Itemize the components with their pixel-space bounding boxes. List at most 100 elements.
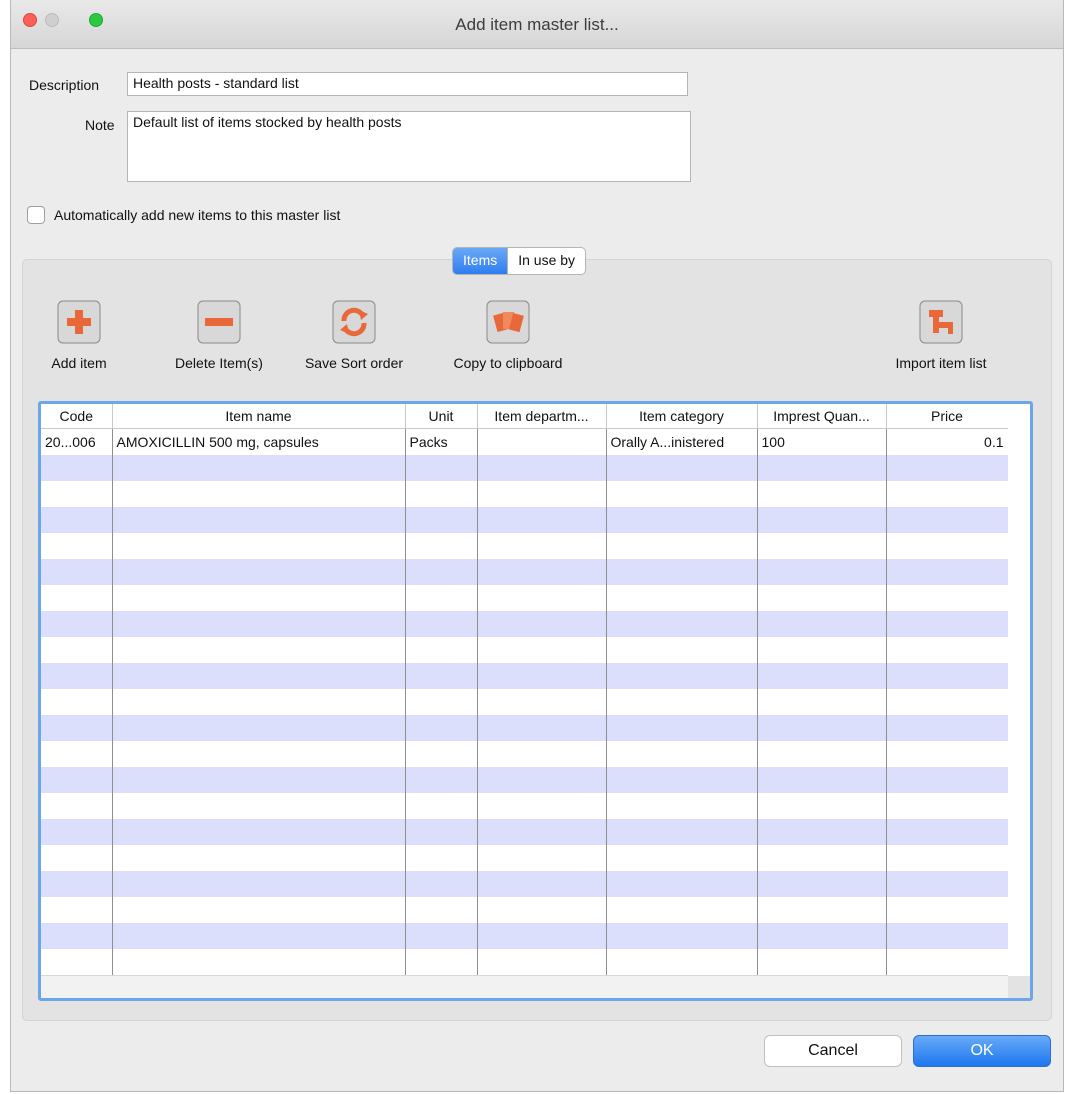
table-cell-empty	[477, 871, 607, 897]
copy-to-clipboard-button[interactable]: Copy to clipboard	[439, 300, 577, 371]
table-cell-empty	[606, 715, 758, 741]
note-field[interactable]: Default list of items stocked by health …	[127, 111, 691, 182]
cell-code: 20...006	[41, 428, 113, 455]
column-header-price[interactable]: Price	[886, 404, 1009, 429]
table-cell-empty	[112, 949, 406, 975]
table-cell-empty	[757, 871, 887, 897]
cell-price: 0.1	[886, 428, 1009, 455]
table-cell-empty	[405, 767, 478, 793]
table-row-empty[interactable]	[41, 507, 1009, 533]
vertical-scrollbar[interactable]	[1008, 404, 1030, 998]
table-cell-empty	[405, 481, 478, 507]
table-cell-empty	[405, 637, 478, 663]
table-row-empty[interactable]	[41, 455, 1009, 481]
table-row-empty[interactable]	[41, 871, 1009, 897]
table-cell-empty	[112, 611, 406, 637]
items-table[interactable]: Code Item name Unit Item departm... Item…	[38, 401, 1033, 1001]
column-header-item-category[interactable]: Item category	[606, 404, 758, 429]
column-header-code[interactable]: Code	[41, 404, 113, 429]
table-cell-empty	[41, 715, 113, 741]
table-cell-empty	[41, 637, 113, 663]
table-cell-empty	[606, 897, 758, 923]
table-cell-empty	[112, 871, 406, 897]
table-cell-empty	[477, 897, 607, 923]
cancel-button[interactable]: Cancel	[764, 1035, 902, 1067]
table-cell-empty	[886, 819, 1009, 845]
table-cell-empty	[886, 611, 1009, 637]
window-title: Add item master list...	[455, 15, 619, 34]
table-cell-empty	[477, 949, 607, 975]
table-row-empty[interactable]	[41, 481, 1009, 507]
cell-item-category: Orally A...inistered	[606, 428, 758, 455]
table-cell-empty	[477, 793, 607, 819]
table-cell-empty	[41, 559, 113, 585]
table-row-empty[interactable]	[41, 663, 1009, 689]
table-row-empty[interactable]	[41, 585, 1009, 611]
table-cell-empty	[41, 793, 113, 819]
table-row-empty[interactable]	[41, 689, 1009, 715]
table-cell-empty	[405, 611, 478, 637]
table-cell-empty	[606, 741, 758, 767]
table-cell-empty	[606, 637, 758, 663]
table-row-empty[interactable]	[41, 741, 1009, 767]
table-row-empty[interactable]	[41, 949, 1009, 975]
cards-icon	[486, 300, 530, 344]
table-cell-empty	[886, 559, 1009, 585]
table-row[interactable]: 20...006 AMOXICILLIN 500 mg, capsules Pa…	[41, 428, 1009, 455]
save-sort-order-button[interactable]: Save Sort order	[295, 300, 413, 371]
auto-add-label: Automatically add new items to this mast…	[54, 207, 341, 223]
table-cell-empty	[41, 455, 113, 481]
table-row-empty[interactable]	[41, 845, 1009, 871]
minus-icon	[197, 300, 241, 344]
table-cell-empty	[477, 637, 607, 663]
table-row-empty[interactable]	[41, 897, 1009, 923]
delete-items-button[interactable]: Delete Item(s)	[161, 300, 277, 371]
table-row-empty[interactable]	[41, 611, 1009, 637]
ok-button[interactable]: OK	[913, 1035, 1051, 1067]
title-bar[interactable]: Add item master list...	[11, 0, 1063, 49]
table-cell-empty	[112, 507, 406, 533]
description-field[interactable]: Health posts - standard list	[127, 72, 688, 96]
table-cell-empty	[41, 481, 113, 507]
table-cell-empty	[886, 455, 1009, 481]
table-row-empty[interactable]	[41, 793, 1009, 819]
table-cell-empty	[606, 767, 758, 793]
items-grid: Code Item name Unit Item departm... Item…	[41, 404, 1009, 975]
column-header-item-name[interactable]: Item name	[112, 404, 406, 429]
table-row-empty[interactable]	[41, 559, 1009, 585]
table-row-empty[interactable]	[41, 637, 1009, 663]
table-cell-empty	[606, 533, 758, 559]
horizontal-scrollbar[interactable]	[41, 975, 1008, 998]
column-header-item-department[interactable]: Item departm...	[477, 404, 607, 429]
table-cell-empty	[606, 689, 758, 715]
table-cell-empty	[757, 793, 887, 819]
table-row-empty[interactable]	[41, 767, 1009, 793]
table-cell-empty	[757, 455, 887, 481]
plus-icon	[57, 300, 101, 344]
table-row-empty[interactable]	[41, 923, 1009, 949]
table-cell-empty	[606, 455, 758, 481]
table-cell-empty	[886, 793, 1009, 819]
import-item-list-button[interactable]: Import item list	[881, 300, 1001, 371]
table-cell-empty	[606, 819, 758, 845]
cell-unit: Packs	[405, 428, 478, 455]
table-row-empty[interactable]	[41, 533, 1009, 559]
tab-items[interactable]: Items	[453, 248, 508, 274]
table-cell-empty	[477, 689, 607, 715]
table-cell-empty	[886, 845, 1009, 871]
table-cell-empty	[41, 897, 113, 923]
table-row-empty[interactable]	[41, 715, 1009, 741]
table-cell-empty	[477, 845, 607, 871]
tab-in-use-by[interactable]: In use by	[507, 248, 585, 274]
table-cell-empty	[477, 585, 607, 611]
table-cell-empty	[606, 793, 758, 819]
refresh-icon	[332, 300, 376, 344]
column-header-imprest-quantity[interactable]: Imprest Quan...	[757, 404, 887, 429]
auto-add-checkbox[interactable]	[27, 206, 45, 224]
table-cell-empty	[41, 585, 113, 611]
table-row-empty[interactable]	[41, 819, 1009, 845]
scroll-corner	[1008, 976, 1030, 998]
add-item-button[interactable]: Add item	[35, 300, 123, 371]
column-header-unit[interactable]: Unit	[405, 404, 478, 429]
table-cell-empty	[41, 923, 113, 949]
